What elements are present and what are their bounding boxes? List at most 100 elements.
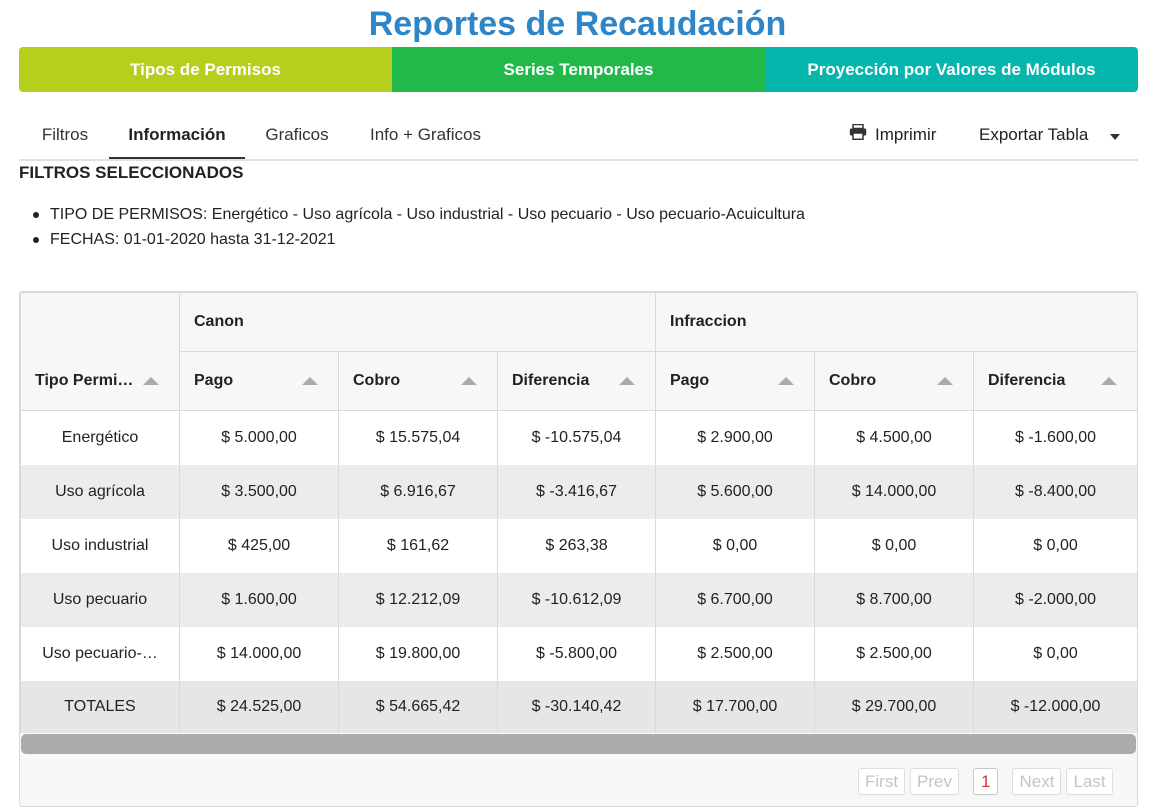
header-canon-cobro[interactable]: Cobro	[338, 351, 498, 411]
table-cell: $ 0,00	[655, 518, 815, 573]
table-cell: $ -12.000,00	[972, 680, 1137, 734]
pagination: First Prev 1 Next Last	[858, 768, 1113, 795]
header-group-infraccion: Infraccion	[654, 292, 1137, 352]
header-tipo-permiso-label: Tipo Permi…	[35, 371, 134, 389]
tab-tipos-de-permisos[interactable]: Tipos de Permisos	[19, 47, 392, 92]
header-infraccion-pago[interactable]: Pago	[655, 351, 815, 411]
table-cell: $ 0,00	[814, 518, 974, 573]
table-cell: $ 15.575,04	[338, 410, 498, 465]
table-cell: $ 0,00	[972, 626, 1137, 681]
header-infraccion-cobro[interactable]: Cobro	[814, 351, 974, 411]
table-row: Uso pecuario-… $ 14.000,00 $ 19.800,00 $…	[20, 626, 1137, 681]
table-cell: $ 14.000,00	[179, 626, 339, 681]
table-cell: $ 29.700,00	[814, 680, 974, 734]
sort-up-icon[interactable]	[778, 377, 794, 385]
table-cell: $ 54.665,42	[338, 680, 498, 734]
table-cell: $ 4.500,00	[814, 410, 974, 465]
table-row: Energético $ 5.000,00 $ 15.575,04 $ -10.…	[20, 410, 1137, 465]
subtab-info-graficos[interactable]: Info + Graficos	[368, 112, 483, 159]
header-label: Cobro	[829, 372, 877, 389]
table-cell: $ -2.000,00	[972, 572, 1137, 627]
table-cell: $ 17.700,00	[655, 680, 815, 734]
filter-item-fechas: FECHAS: 01-01-2020 hasta 31-12-2021	[33, 229, 805, 254]
table-cell: $ 5.600,00	[655, 464, 815, 519]
data-grid: Tipo Permi… Canon Infraccion Pago Cobro …	[19, 291, 1138, 807]
table-cell: $ 2.900,00	[655, 410, 815, 465]
subtab-informacion[interactable]: Información	[109, 112, 245, 159]
table-cell: $ 24.525,00	[179, 680, 339, 734]
table-cell: TOTALES	[20, 680, 180, 734]
table-cell: $ 12.212,09	[338, 572, 498, 627]
table-cell: Uso pecuario-…	[20, 626, 180, 681]
table-cell: $ 161,62	[338, 518, 498, 573]
export-table-dropdown[interactable]: Exportar Tabla	[979, 112, 1121, 157]
sort-up-icon[interactable]	[1101, 377, 1118, 385]
table-cell: $ 19.800,00	[338, 626, 498, 681]
header-label: Diferencia	[512, 372, 590, 389]
caret-down-icon	[1110, 125, 1121, 145]
table-cell: Uso pecuario	[20, 572, 180, 627]
table-cell: $ 6.700,00	[655, 572, 815, 627]
export-label: Exportar Tabla	[979, 124, 1089, 144]
sort-up-icon[interactable]	[143, 376, 159, 385]
table-cell: $ -10.575,04	[497, 410, 656, 465]
tab-proyeccion-valores-modulos[interactable]: Proyección por Valores de Módulos	[765, 47, 1138, 92]
table-cell: $ 425,00	[179, 518, 339, 573]
sort-up-icon[interactable]	[461, 377, 477, 385]
scrollbar-thumb[interactable]	[21, 734, 1136, 754]
table-cell: $ 263,38	[497, 518, 656, 573]
table-cell: $ -5.800,00	[497, 626, 656, 681]
table-cell: Uso agrícola	[20, 464, 180, 519]
table-cell: $ 6.916,67	[338, 464, 498, 519]
report-table: Tipo Permi… Canon Infraccion Pago Cobro …	[20, 292, 1137, 734]
horizontal-scrollbar[interactable]	[20, 733, 1137, 754]
page-title: Reportes de Recaudación	[368, 5, 787, 43]
sort-up-icon[interactable]	[619, 377, 635, 385]
filter-item-permisos: TIPO DE PERMISOS: Energético - Uso agríc…	[33, 204, 805, 229]
first-page-button[interactable]: First	[858, 768, 906, 795]
table-cell: $ 2.500,00	[655, 626, 815, 681]
subtab-filtros[interactable]: Filtros	[39, 112, 91, 159]
next-page-button[interactable]: Next	[1012, 768, 1062, 795]
table-cell: $ -10.612,09	[497, 572, 656, 627]
print-label: Imprimir	[875, 124, 937, 144]
header-canon-diferencia[interactable]: Diferencia	[497, 351, 656, 411]
table-cell: $ 8.700,00	[814, 572, 974, 627]
table-cell: $ -3.416,67	[497, 464, 656, 519]
header-canon-pago[interactable]: Pago	[179, 351, 339, 411]
table-row: Uso industrial $ 425,00 $ 161,62 $ 263,3…	[20, 518, 1137, 573]
table-cell: $ 2.500,00	[814, 626, 974, 681]
tab-series-temporales[interactable]: Series Temporales	[392, 47, 765, 92]
print-button[interactable]: Imprimir	[849, 112, 936, 157]
table-row: Uso agrícola $ 3.500,00 $ 6.916,67 $ -3.…	[20, 464, 1137, 519]
totals-row: TOTALES $ 24.525,00 $ 54.665,42 $ -30.14…	[20, 680, 1137, 734]
header-group-canon: Canon	[179, 292, 656, 352]
sort-up-icon[interactable]	[302, 377, 318, 385]
subtab-graficos[interactable]: Graficos	[264, 112, 330, 159]
table-cell: Uso industrial	[20, 518, 180, 573]
header-infraccion-diferencia[interactable]: Diferencia	[972, 351, 1137, 411]
table-cell: $ -8.400,00	[972, 464, 1137, 519]
header-label: Pago	[194, 372, 234, 389]
table-cell: $ 0,00	[972, 518, 1137, 573]
main-tabs: Tipos de Permisos Series Temporales Proy…	[19, 47, 1138, 92]
table-row: Uso pecuario $ 1.600,00 $ 12.212,09 $ -1…	[20, 572, 1137, 627]
table-cell: $ -1.600,00	[972, 410, 1137, 465]
current-page-button[interactable]: 1	[973, 768, 999, 795]
last-page-button[interactable]: Last	[1066, 768, 1113, 795]
printer-icon	[849, 123, 867, 145]
table-cell: $ -30.140,42	[497, 680, 656, 734]
table-cell: $ 5.000,00	[179, 410, 339, 465]
table-cell: $ 1.600,00	[179, 572, 339, 627]
table-cell: $ 14.000,00	[814, 464, 974, 519]
filters-list: TIPO DE PERMISOS: Energético - Uso agríc…	[33, 204, 805, 254]
table-cell: Energético	[20, 410, 180, 465]
header-label: Cobro	[353, 372, 401, 389]
table-cell: $ 3.500,00	[179, 464, 339, 519]
subtab-bar: Filtros Información Graficos Info + Graf…	[19, 112, 1138, 161]
filters-title: FILTROS SELECCIONADOS	[19, 163, 244, 182]
header-label: Diferencia	[988, 372, 1066, 389]
prev-page-button[interactable]: Prev	[910, 768, 960, 795]
sort-up-icon[interactable]	[937, 377, 953, 385]
header-tipo-permiso[interactable]: Tipo Permi…	[20, 292, 180, 411]
